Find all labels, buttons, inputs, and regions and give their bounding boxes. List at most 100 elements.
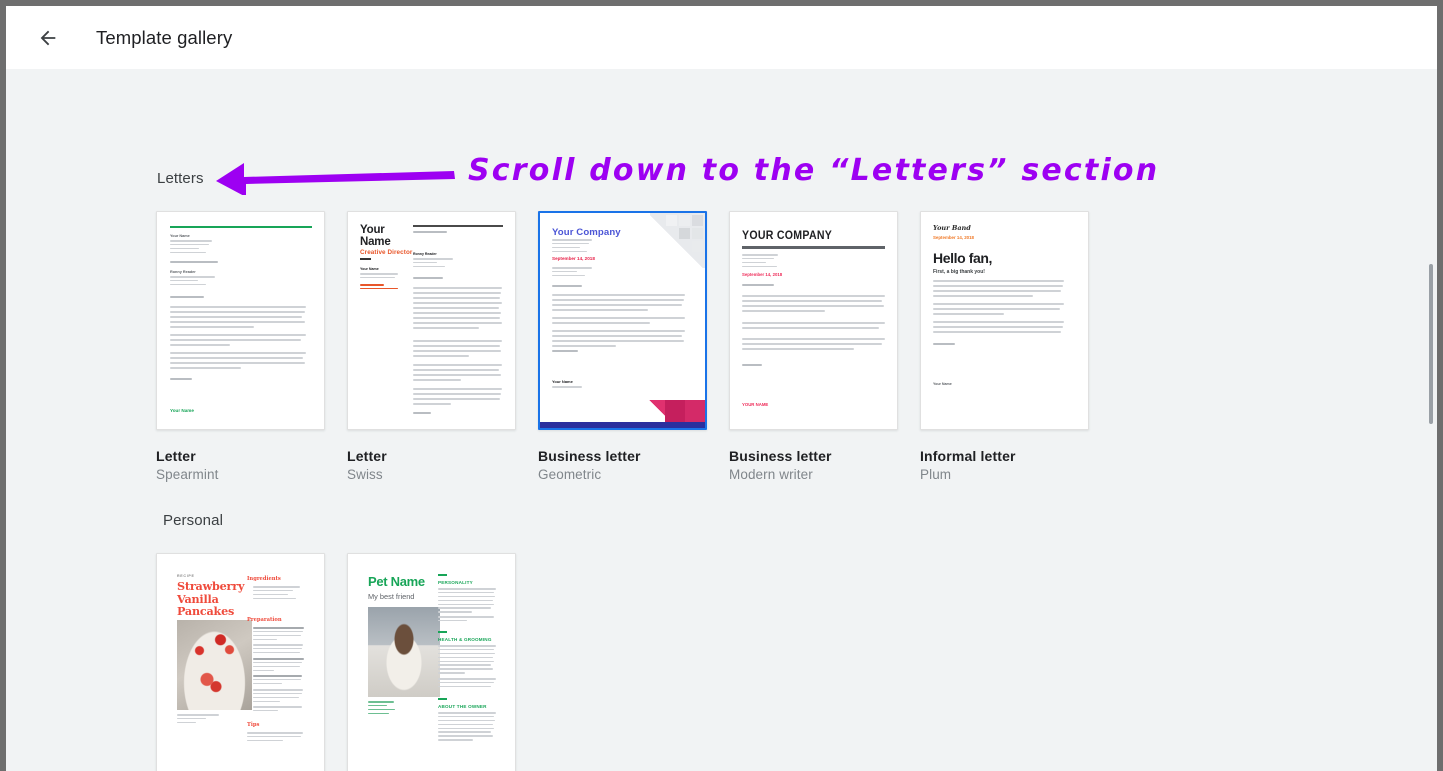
signature-title — [552, 386, 582, 390]
corner-shape — [685, 400, 705, 422]
template-thumbnail-pet-resume[interactable]: Pet Name My best friend PERSONALITY HEAL… — [347, 553, 516, 771]
preparation-step-3 — [253, 658, 305, 674]
preparation-step-6 — [253, 706, 305, 714]
gallery-scroll-area[interactable]: Letters Your Name Ronny Reader Your Name… — [6, 69, 1437, 771]
recipient-address — [170, 276, 215, 288]
template-gallery-window: Template gallery Letters Your Name Ronny… — [6, 6, 1437, 771]
template-card-business-letter-geometric[interactable]: Your Company September 14, 2018 Your Nam… — [538, 211, 707, 482]
template-card-informal-letter-plum[interactable]: Your Band September 14, 2018 Hello fan, … — [920, 211, 1089, 482]
closing — [413, 412, 431, 416]
salutation — [413, 277, 443, 281]
template-thumbnail-modern-writer[interactable]: YOUR COMPANY September 14, 2018 YOUR NAM… — [729, 211, 898, 430]
letter-date — [413, 231, 447, 235]
letter-date: September 14, 2018 — [552, 256, 595, 261]
back-button[interactable] — [28, 18, 68, 58]
body-paragraph-3 — [552, 330, 685, 350]
back-arrow-icon — [40, 30, 56, 45]
contact-links — [360, 284, 398, 292]
template-thumbnail-plum[interactable]: Your Band September 14, 2018 Hello fan, … — [920, 211, 1089, 430]
corner-square — [666, 215, 677, 226]
divider-rule — [360, 258, 371, 260]
personality-text-2 — [438, 616, 496, 624]
tips-text — [247, 732, 303, 744]
health-text-2 — [438, 678, 496, 690]
sender-address — [170, 240, 212, 256]
section-tick — [438, 698, 447, 700]
template-card-recipe-coral[interactable]: RECIPE Strawberry Vanilla Pancakes Ingre… — [156, 553, 325, 771]
card-subtitle: Spearmint — [156, 467, 219, 482]
closing — [933, 343, 955, 347]
accent-rule — [170, 226, 312, 229]
pet-photo — [368, 607, 440, 697]
body-paragraph-1 — [552, 294, 685, 314]
body-paragraph-1 — [933, 280, 1064, 300]
card-subtitle: Plum — [920, 467, 952, 482]
template-thumbnail-recipe[interactable]: RECIPE Strawberry Vanilla Pancakes Ingre… — [156, 553, 325, 771]
ingredients-heading: Ingredients — [247, 576, 281, 582]
body-paragraph-2 — [742, 322, 885, 332]
body-paragraph-4 — [413, 388, 502, 408]
header-rule — [742, 246, 885, 249]
band-name: Your Band — [933, 224, 971, 232]
section-heading-personality: PERSONALITY — [438, 580, 473, 585]
body-paragraph-3 — [170, 352, 306, 372]
body-paragraph-1 — [742, 295, 885, 315]
signature: YOUR NAME — [742, 402, 769, 407]
body-paragraph-1 — [170, 306, 306, 331]
corner-square — [692, 228, 703, 239]
template-card-letter-swiss[interactable]: Your Name Creative Director Your Name Ron… — [347, 211, 516, 482]
greeting-heading: Hello fan, — [933, 250, 993, 266]
template-thumbnail-swiss[interactable]: Your Name Creative Director Your Name Ron… — [347, 211, 516, 430]
signature: Your Name — [933, 382, 952, 386]
template-thumbnail-geometric[interactable]: Your Company September 14, 2018 Your Nam… — [538, 211, 707, 430]
health-text-1 — [438, 645, 496, 676]
body-paragraph-3 — [933, 321, 1064, 336]
card-title: Business letter — [729, 448, 832, 464]
subheading: First, a big thank you! — [933, 269, 985, 275]
scrollbar-thumb[interactable] — [1429, 264, 1433, 424]
letter-date: September 14, 2018 — [742, 272, 783, 277]
pet-name: Pet Name — [368, 574, 425, 589]
recipient-name: Ronny Reader — [170, 270, 196, 274]
preparation-step-5 — [253, 689, 305, 705]
template-card-letter-spearmint[interactable]: Your Name Ronny Reader Your Name Letter … — [156, 211, 325, 482]
section-tick — [438, 631, 447, 633]
card-subtitle: Modern writer — [729, 467, 813, 482]
body-paragraph-1 — [413, 287, 502, 332]
salutation — [742, 284, 774, 288]
card-title: Letter — [156, 448, 196, 464]
scrollbar-track[interactable] — [1422, 69, 1437, 771]
preparation-step-2 — [253, 644, 305, 656]
app-header: Template gallery — [6, 6, 1437, 69]
body-paragraph-2 — [170, 334, 306, 349]
owner-text — [438, 712, 496, 743]
section-heading-letters: Letters — [157, 170, 204, 187]
body-paragraph-2 — [413, 340, 502, 360]
template-card-pet-resume-spearmint[interactable]: Pet Name My best friend PERSONALITY HEAL… — [347, 553, 516, 771]
letter-date: September 14, 2018 — [933, 235, 975, 240]
template-card-business-letter-modern-writer[interactable]: YOUR COMPANY September 14, 2018 YOUR NAM… — [729, 211, 898, 482]
closing — [170, 378, 192, 382]
corner-shape — [665, 400, 685, 422]
corner-square — [679, 215, 690, 226]
pet-subtitle: My best friend — [368, 592, 415, 601]
annotation-text: Scroll down to the “Letters” section — [468, 153, 1160, 188]
body-paragraph-2 — [933, 303, 1064, 318]
closing — [552, 350, 578, 354]
card-subtitle: Geometric — [538, 467, 602, 482]
section-heading-about-the-owner: ABOUT THE OWNER — [438, 704, 487, 709]
card-title: Letter — [347, 448, 387, 464]
recipe-title: Strawberry Vanilla Pancakes — [177, 579, 245, 619]
preparation-heading: Preparation — [247, 617, 282, 623]
company-address — [742, 254, 778, 270]
tips-heading: Tips — [247, 722, 260, 728]
bottom-bar — [540, 422, 705, 428]
corner-square — [692, 241, 703, 252]
signature: Your Name — [170, 408, 194, 413]
recipient-name: Ronny Reader — [413, 252, 437, 256]
template-thumbnail-spearmint[interactable]: Your Name Ronny Reader Your Name — [156, 211, 325, 430]
recipe-photo — [177, 620, 252, 710]
recipe-label: RECIPE — [177, 574, 195, 578]
contact-name: Your Name — [360, 267, 379, 271]
pet-attributes — [368, 701, 402, 717]
